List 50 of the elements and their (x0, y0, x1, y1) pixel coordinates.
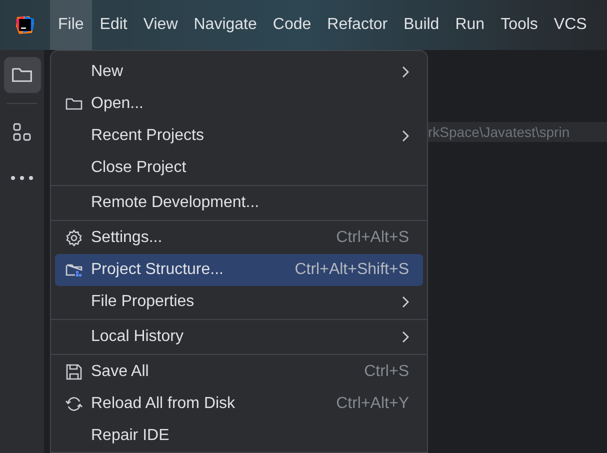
menu-item[interactable]: New (55, 56, 423, 88)
menu-item-label: Repair IDE (91, 426, 170, 446)
menu-item[interactable]: Open... (55, 88, 423, 120)
menu-item-label: Reload All from Disk (91, 394, 236, 414)
menu-item[interactable]: Remote Development... (55, 187, 423, 219)
menu-item-label: Settings... (91, 228, 164, 248)
project-tool-button[interactable] (4, 57, 40, 93)
chevron-right-icon (401, 66, 409, 78)
menu-item[interactable]: File Properties (55, 286, 423, 318)
menu-item-label: Recent Projects (91, 126, 205, 146)
menu-item[interactable]: Recent Projects (55, 120, 423, 152)
shortcut-text: Ctrl+S (364, 362, 409, 382)
menu-bar-item[interactable]: Edit (92, 0, 136, 50)
menu-item-label: File Properties (91, 292, 196, 312)
menu-bar-item[interactable]: View (135, 0, 186, 50)
menu-item[interactable]: Settings... Ctrl+Alt+S (55, 222, 423, 254)
chevron-right-icon (401, 296, 409, 308)
menu-item[interactable]: Local History (55, 321, 423, 353)
menu-item-label: Local History (91, 327, 184, 347)
shortcut-text: Ctrl+Alt+S (336, 228, 409, 248)
path-text: rkSpace\Javatest\sprin (428, 122, 570, 142)
menu-bar-item[interactable]: Build (396, 0, 448, 50)
menu-item-label: Open... (91, 94, 144, 114)
gear-icon (65, 229, 83, 247)
blocks-icon (12, 122, 32, 142)
menu-bar-item[interactable]: Refactor (319, 0, 396, 50)
menu-item-label: Save All (91, 362, 150, 382)
menu-item[interactable]: Project Structure... Ctrl+Alt+Shift+S (55, 254, 423, 286)
chevron-right-icon (401, 130, 409, 142)
menu-bar-item[interactable]: Tools (492, 0, 546, 50)
menu-item[interactable]: Save All Ctrl+S (55, 356, 423, 388)
app-logo-icon (15, 15, 35, 35)
menu-item[interactable]: Repair IDE (55, 420, 423, 452)
menu-item-label: Remote Development... (91, 193, 260, 213)
menu-bar-item[interactable]: Code (264, 0, 320, 50)
save-icon (65, 363, 83, 381)
menu-bar-item[interactable]: Run (447, 0, 493, 50)
menu-item-label: Project Structure... (91, 260, 224, 280)
chevron-right-icon (401, 331, 409, 343)
menu-bar-item[interactable]: File (50, 0, 92, 50)
menu-item-label: Close Project (91, 158, 188, 178)
menu-item[interactable]: Reload All from Disk Ctrl+Alt+Y (55, 388, 423, 420)
more-icon (11, 176, 33, 180)
menu-bar-item[interactable]: VCS (546, 0, 595, 50)
menu-item[interactable]: Close Project (55, 152, 423, 184)
shortcut-text: Ctrl+Alt+Shift+S (294, 260, 409, 280)
menu-item-label: New (91, 62, 124, 82)
menu-bar-item[interactable]: Navigate (186, 0, 265, 50)
reload-icon (65, 395, 83, 413)
shortcut-text: Ctrl+Alt+Y (336, 394, 409, 414)
